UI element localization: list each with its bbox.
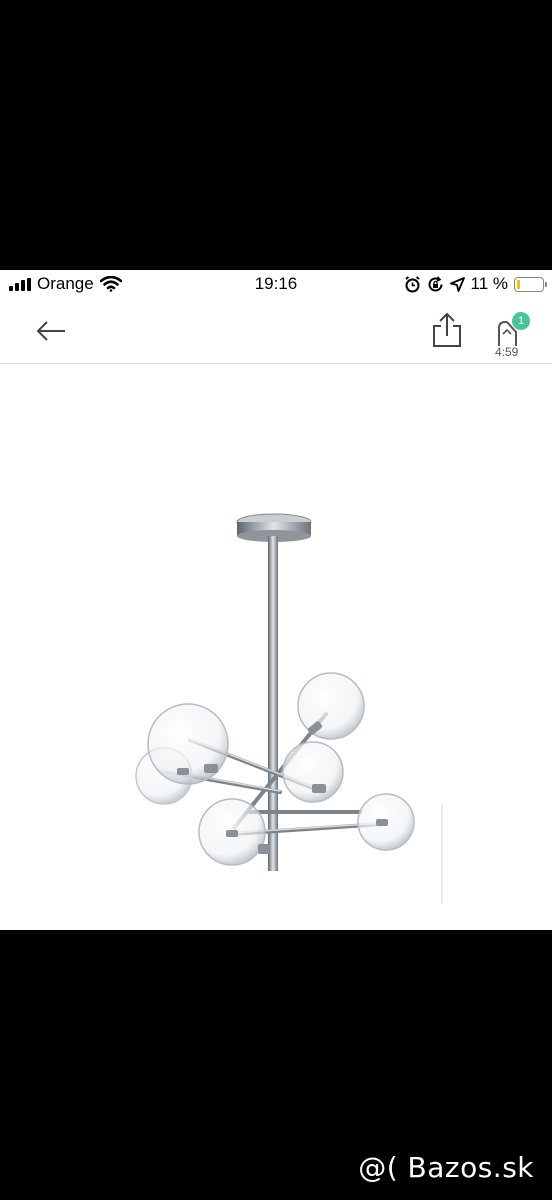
back-arrow-button[interactable]: [36, 316, 68, 346]
timer-countdown: 4:59: [495, 345, 519, 359]
app-screen: Orange 19:16 11 % 1 4:59: [0, 270, 552, 930]
status-right: 11 %: [404, 274, 547, 294]
battery-level-fill: [517, 279, 520, 289]
watermark: @( Bazos.sk: [358, 1151, 534, 1184]
orientation-lock-icon: [428, 275, 442, 291]
alarm-icon: [404, 275, 420, 292]
share-button[interactable]: [430, 312, 464, 348]
location-arrow-icon: [449, 276, 465, 292]
battery-icon: [514, 276, 547, 292]
product-image[interactable]: [0, 364, 552, 930]
battery-percentage: 11 %: [470, 274, 509, 293]
navigation-bar: 1 4:59: [0, 300, 552, 364]
timer-badge: 1: [512, 312, 530, 330]
session-timer-button[interactable]: 1 4:59: [492, 312, 532, 362]
status-bar: Orange 19:16 11 %: [0, 270, 552, 300]
